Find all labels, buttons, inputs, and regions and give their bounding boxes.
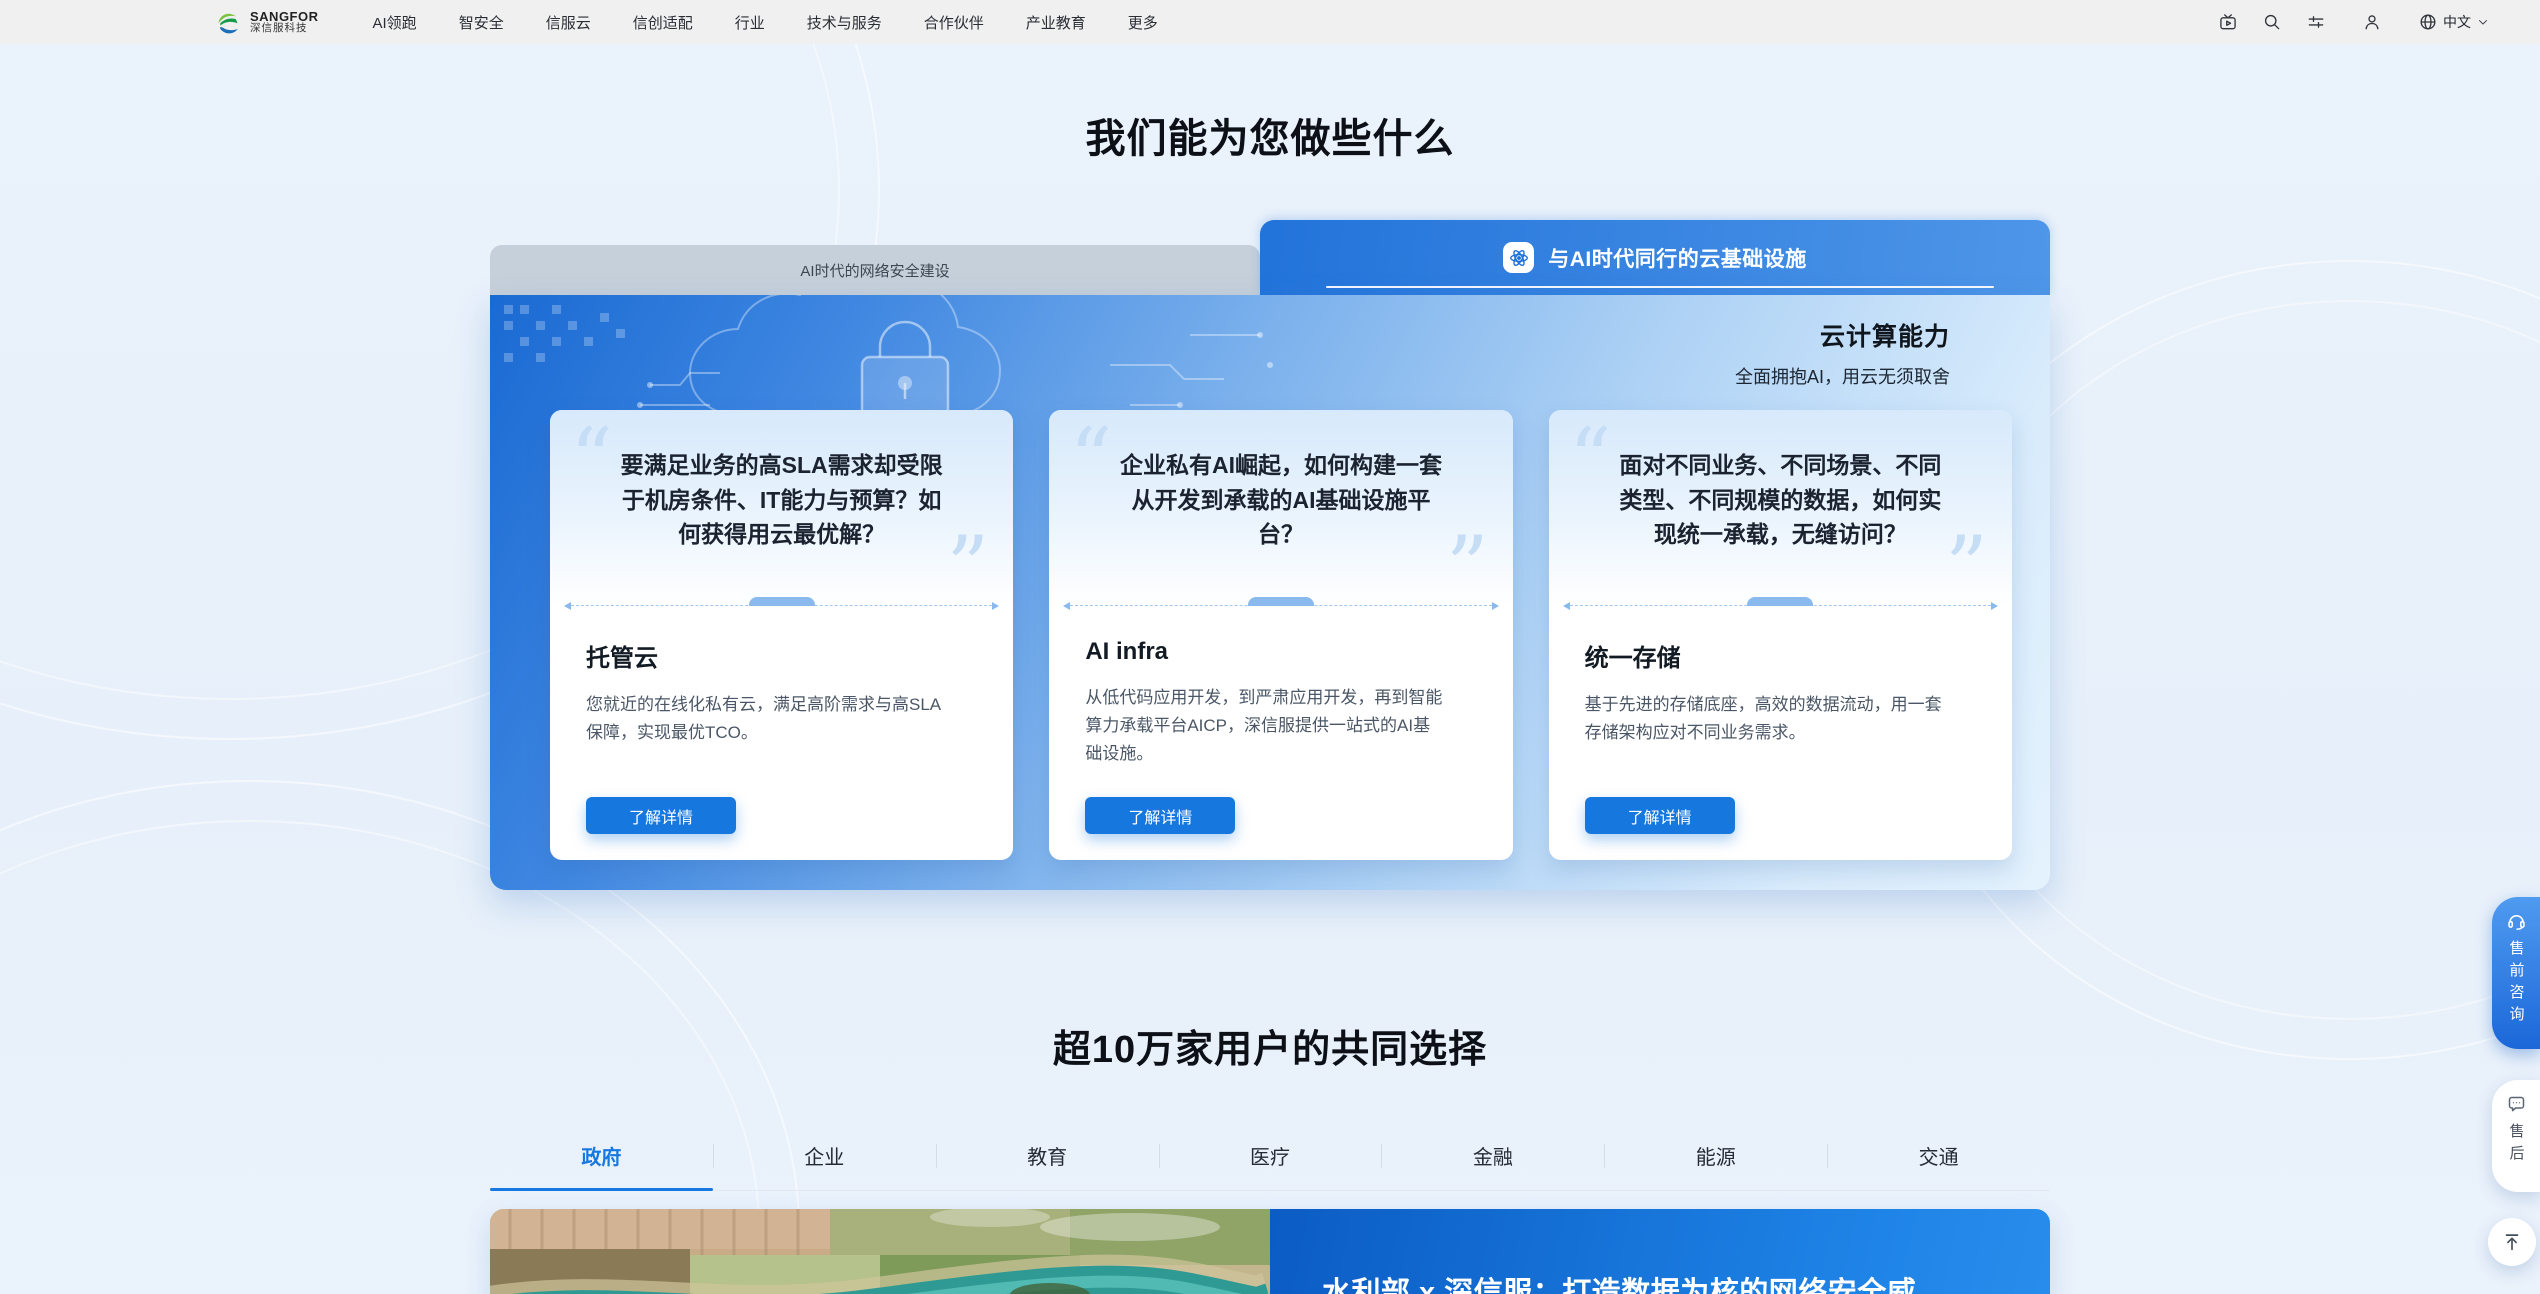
industry-tabs: 政府 企业 教育 医疗 金融 能源 交通 xyxy=(490,1121,2050,1191)
capability-caption: 云计算能力 全面拥抱AI，用云无须取舍 xyxy=(1735,317,1950,389)
card-description: 从低代码应用开发，到严肃应用开发，再到智能算力承载平台AICP，深信服提供一站式… xyxy=(1085,684,1445,768)
nav-item-partners[interactable]: 合作伙伴 xyxy=(924,12,984,33)
tab-network-security-label: AI时代的网络安全建设 xyxy=(800,260,949,281)
capability-title: 云计算能力 xyxy=(1735,317,1950,353)
nav-item-xinchuang[interactable]: 信创适配 xyxy=(633,12,693,33)
card-body: 统一存储 基于先进的存储底座，高效的数据流动，用一套存储架构应对不同业务需求。 xyxy=(1549,606,2012,747)
arrow-to-top-icon xyxy=(2501,1231,2523,1253)
card-quote-text: 要满足业务的高SLA需求却受限于机房条件、IT能力与预算？如何获得用云最优解？ xyxy=(621,410,943,552)
chat-bubble-icon xyxy=(2506,1094,2527,1115)
section-users-title: 超10万家用户的共同选择 xyxy=(490,1018,2050,1073)
page: SANGFOR 深信服科技 AI领跑 智安全 信服云 信创适配 行业 技术与服务… xyxy=(0,0,2540,1294)
aftersale-button[interactable]: 售后 xyxy=(2492,1080,2540,1192)
case-study-card[interactable]: 水利部 x 深信服：打造数据为核的网络安全威 xyxy=(490,1209,2050,1294)
nav-utility-group: 中文 xyxy=(2218,12,2490,32)
chevron-down-icon xyxy=(2476,15,2490,29)
industry-tab-healthcare[interactable]: 医疗 xyxy=(1159,1121,1382,1190)
tab-network-security[interactable]: AI时代的网络安全建设 xyxy=(490,245,1260,295)
nav-item-ai[interactable]: AI领跑 xyxy=(373,12,417,33)
main-menu: AI领跑 智安全 信服云 信创适配 行业 技术与服务 合作伙伴 产业教育 更多 xyxy=(373,12,1158,33)
section-what-title: 我们能为您做些什么 xyxy=(490,106,2050,164)
main-content: 我们能为您做些什么 AI时代的网络安全建设 与AI时代同行的云基础设施 xyxy=(490,106,2050,1294)
industry-tab-education[interactable]: 教育 xyxy=(936,1121,1159,1190)
ai-atom-icon xyxy=(1503,242,1534,273)
case-aerial-photo xyxy=(490,1209,1270,1294)
card-ai-infra: “ 企业私有AI崛起，如何构建一套从开发到承载的AI基础设施平台？ ” AI i… xyxy=(1049,410,1512,860)
settings-sliders-icon[interactable] xyxy=(2306,12,2326,32)
globe-icon xyxy=(2418,12,2438,32)
search-icon[interactable] xyxy=(2262,12,2282,32)
tab-cloud-infrastructure-label: 与AI时代同行的云基础设施 xyxy=(1548,243,1807,273)
learn-more-button[interactable]: 了解详情 xyxy=(1585,797,1735,834)
nav-item-more[interactable]: 更多 xyxy=(1128,12,1158,33)
tab-cloud-infrastructure[interactable]: 与AI时代同行的云基础设施 xyxy=(1260,220,2050,295)
logo-brand-cn-text: 深信服科技 xyxy=(250,23,319,34)
learn-more-button[interactable]: 了解详情 xyxy=(586,797,736,834)
presale-label: 售前咨询 xyxy=(2506,940,2527,1028)
solution-tabs: AI时代的网络安全建设 与AI时代同行的云基础设施 xyxy=(490,220,2050,295)
card-title: 统一存储 xyxy=(1585,638,1976,673)
card-quote-area: “ 要满足业务的高SLA需求却受限于机房条件、IT能力与预算？如何获得用云最优解… xyxy=(550,410,1013,606)
card-body: 托管云 您就近的在线化私有云，满足高阶需求与高SLA保障，实现最优TCO。 xyxy=(550,606,1013,747)
presale-consult-button[interactable]: 售前咨询 xyxy=(2492,897,2540,1049)
nav-item-security[interactable]: 智安全 xyxy=(459,12,504,33)
close-quote-icon: ” xyxy=(1446,544,1489,590)
headset-icon xyxy=(2506,911,2527,932)
cloud-capability-panel: 云计算能力 全面拥抱AI，用云无须取舍 “ 要满足业务的高SLA需求却受限于机房… xyxy=(490,295,2050,890)
card-unified-storage: “ 面对不同业务、不同场景、不同类型、不同规模的数据，如何实现统一承载，无缝访问… xyxy=(1549,410,2012,860)
top-navigation-bar: SANGFOR 深信服科技 AI领跑 智安全 信服云 信创适配 行业 技术与服务… xyxy=(0,0,2540,44)
active-tab-underline xyxy=(1326,286,1994,288)
industry-tab-energy[interactable]: 能源 xyxy=(1604,1121,1827,1190)
learn-more-button[interactable]: 了解详情 xyxy=(1085,797,1235,834)
card-description: 您就近的在线化私有云，满足高阶需求与高SLA保障，实现最优TCO。 xyxy=(586,691,946,747)
case-title: 水利部 x 深信服：打造数据为核的网络安全威 xyxy=(1322,1271,1994,1294)
card-managed-cloud: “ 要满足业务的高SLA需求却受限于机房条件、IT能力与预算？如何获得用云最优解… xyxy=(550,410,1013,860)
close-quote-icon: ” xyxy=(946,544,989,590)
language-selector[interactable]: 中文 xyxy=(2418,12,2490,32)
nav-item-tech-service[interactable]: 技术与服务 xyxy=(807,12,882,33)
language-label: 中文 xyxy=(2443,12,2471,32)
close-quote-icon: ” xyxy=(1945,544,1988,590)
nav-item-industry[interactable]: 行业 xyxy=(735,12,765,33)
industry-tab-finance[interactable]: 金融 xyxy=(1381,1121,1604,1190)
nav-item-education[interactable]: 产业教育 xyxy=(1026,12,1086,33)
open-quote-icon: “ xyxy=(1069,436,1112,482)
card-title: 托管云 xyxy=(586,638,977,673)
sangfor-logo-icon xyxy=(215,9,242,36)
card-quote-area: “ 企业私有AI崛起，如何构建一套从开发到承载的AI基础设施平台？ ” xyxy=(1049,410,1512,606)
case-text-panel: 水利部 x 深信服：打造数据为核的网络安全威 xyxy=(1270,1209,2050,1294)
video-channel-icon[interactable] xyxy=(2218,12,2238,32)
sangfor-logo[interactable]: SANGFOR 深信服科技 xyxy=(215,9,319,36)
industry-tab-enterprise[interactable]: 企业 xyxy=(713,1121,936,1190)
nav-item-cloud[interactable]: 信服云 xyxy=(546,12,591,33)
card-divider-bump xyxy=(1747,597,1813,606)
open-quote-icon: “ xyxy=(1569,436,1612,482)
card-quote-text: 面对不同业务、不同场景、不同类型、不同规模的数据，如何实现统一承载，无缝访问？ xyxy=(1619,410,1941,552)
card-quote-text: 企业私有AI崛起，如何构建一套从开发到承载的AI基础设施平台？ xyxy=(1120,410,1442,552)
open-quote-icon: “ xyxy=(570,436,613,482)
user-account-icon[interactable] xyxy=(2362,12,2382,32)
capability-subtitle: 全面拥抱AI，用云无须取舍 xyxy=(1735,363,1950,389)
industry-tab-government[interactable]: 政府 xyxy=(490,1121,713,1190)
card-body: AI infra 从低代码应用开发，到严肃应用开发，再到智能算力承载平台AICP… xyxy=(1049,606,1512,768)
card-title: AI infra xyxy=(1085,638,1476,666)
card-divider-bump xyxy=(1248,597,1314,606)
aftersale-label: 售后 xyxy=(2506,1123,2527,1167)
card-description: 基于先进的存储底座，高效的数据流动，用一套存储架构应对不同业务需求。 xyxy=(1585,691,1945,747)
solution-cards: “ 要满足业务的高SLA需求却受限于机房条件、IT能力与预算？如何获得用云最优解… xyxy=(550,410,2012,860)
back-to-top-button[interactable] xyxy=(2488,1218,2536,1266)
card-quote-area: “ 面对不同业务、不同场景、不同类型、不同规模的数据，如何实现统一承载，无缝访问… xyxy=(1549,410,2012,606)
card-divider-bump xyxy=(749,597,815,606)
industry-tab-transport[interactable]: 交通 xyxy=(1827,1121,2050,1190)
